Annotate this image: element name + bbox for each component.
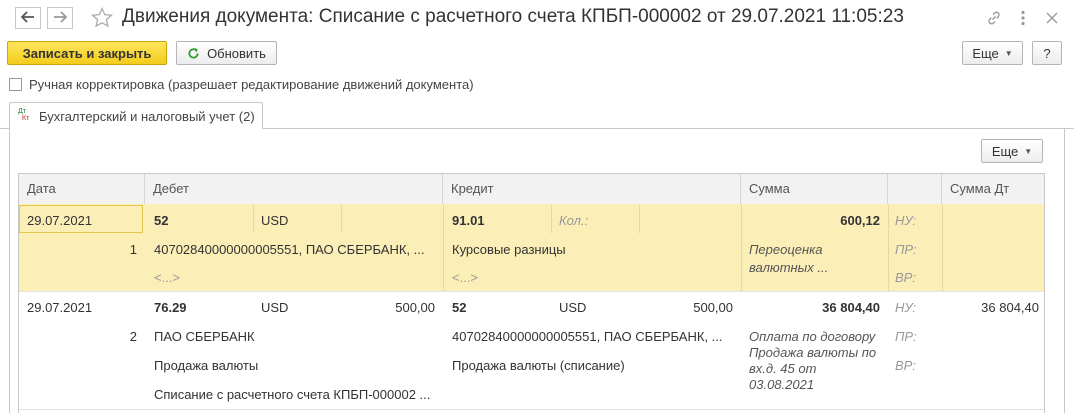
credit-quantity-label: Кол.: (559, 213, 589, 228)
debit-currency-amount: 500,00 (395, 300, 435, 315)
manual-correction-label: Ручная корректировка (разрешает редактир… (29, 77, 474, 92)
arrow-right-icon (53, 10, 68, 26)
vr-label: ВР: (895, 358, 916, 373)
forward-button[interactable] (47, 7, 73, 29)
refresh-icon (187, 47, 200, 60)
column-header-date[interactable]: Дата (19, 174, 145, 204)
debit-subconto-3: Списание с расчетного счета КПБП-000002 … (154, 387, 431, 402)
back-button[interactable] (15, 7, 41, 29)
row-sum: 36 804,40 (822, 300, 880, 315)
debit-currency: USD (261, 300, 289, 315)
manual-correction-checkbox[interactable] (9, 78, 22, 91)
help-button[interactable]: ? (1032, 41, 1062, 65)
row-content-1: Оплата по договору (749, 329, 876, 344)
save-and-close-button[interactable]: Записать и закрыть (7, 41, 167, 65)
row-sum: 600,12 (840, 213, 880, 228)
help-label: ? (1043, 45, 1051, 61)
arrow-left-icon (20, 10, 35, 26)
more-vertical-icon[interactable] (1012, 8, 1034, 28)
grid-more-button[interactable]: Еще ▼ (981, 139, 1043, 163)
pr-label: ПР: (895, 329, 917, 344)
debit-account: 52 (154, 213, 169, 228)
debit-subconto-1: ПАО СБЕРБАНК (154, 329, 255, 344)
refresh-label: Обновить (207, 45, 266, 61)
vr-label: ВР: (895, 270, 916, 285)
column-header-debit[interactable]: Дебет (145, 174, 443, 204)
dt-kt-icon: Дт Кт (18, 108, 30, 122)
favorite-star-icon[interactable] (91, 6, 113, 31)
nu-label: НУ: (895, 300, 917, 315)
link-icon[interactable] (983, 8, 1005, 28)
debit-account: 76.29 (154, 300, 187, 315)
refresh-button[interactable]: Обновить (176, 41, 277, 65)
row-content-4: 03.08.2021 (749, 377, 815, 392)
row-number: 1 (129, 242, 137, 257)
row-content-1: Переоценка (749, 242, 823, 257)
column-header-type (888, 174, 942, 204)
page-title: Движения документа: Списание с расчетног… (122, 6, 904, 27)
dropdown-arrow-icon: ▼ (1004, 48, 1013, 58)
credit-subconto-1: Курсовые разницы (452, 242, 566, 257)
debit-subconto-2: Продажа валюты (154, 358, 259, 373)
row-number: 2 (129, 329, 137, 344)
row-content-3: вх.д. 45 от (749, 361, 817, 376)
credit-currency-amount: 500,00 (693, 300, 733, 315)
nu-label: НУ: (895, 213, 917, 228)
row-date: 29.07.2021 (27, 213, 93, 228)
credit-subconto-2: Продажа валюты (списание) (452, 358, 625, 373)
credit-subconto-2: <...> (452, 270, 479, 285)
row-content-2: валютных ... (749, 260, 829, 275)
debit-subconto-2: <...> (154, 270, 181, 285)
grid-more-label: Еще (991, 143, 1019, 159)
close-icon[interactable] (1041, 8, 1063, 28)
credit-account: 52 (452, 300, 467, 315)
tab-label: Бухгалтерский и налоговый учет (2) (39, 109, 255, 124)
column-header-credit[interactable]: Кредит (443, 174, 741, 204)
row-date: 29.07.2021 (27, 300, 93, 315)
save-and-close-label: Записать и закрыть (22, 45, 152, 61)
column-header-sum[interactable]: Сумма (741, 174, 888, 204)
tab-accounting[interactable]: Дт Кт Бухгалтерский и налоговый учет (2) (9, 102, 263, 129)
row-content-2: Продажа валюты по (749, 345, 877, 360)
credit-account: 91.01 (452, 213, 485, 228)
pr-label: ПР: (895, 242, 917, 257)
credit-subconto-1: 40702840000000005551, ПАО СБЕРБАНК, ... (452, 329, 723, 344)
debit-currency: USD (261, 213, 289, 228)
movements-table[interactable]: Дата Дебет Кредит Сумма Сумма Дт 29.07.2… (18, 173, 1045, 413)
dropdown-arrow-icon: ▼ (1024, 146, 1033, 156)
more-label: Еще (972, 45, 999, 61)
credit-currency: USD (559, 300, 587, 315)
column-header-sum-dt[interactable]: Сумма Дт (942, 174, 1044, 204)
more-button[interactable]: Еще ▼ (962, 41, 1023, 65)
row-sum-dt: 36 804,40 (981, 300, 1039, 315)
table-header: Дата Дебет Кредит Сумма Сумма Дт (19, 174, 1044, 205)
debit-subconto-1: 40702840000000005551, ПАО СБЕРБАНК, ... (154, 242, 425, 257)
